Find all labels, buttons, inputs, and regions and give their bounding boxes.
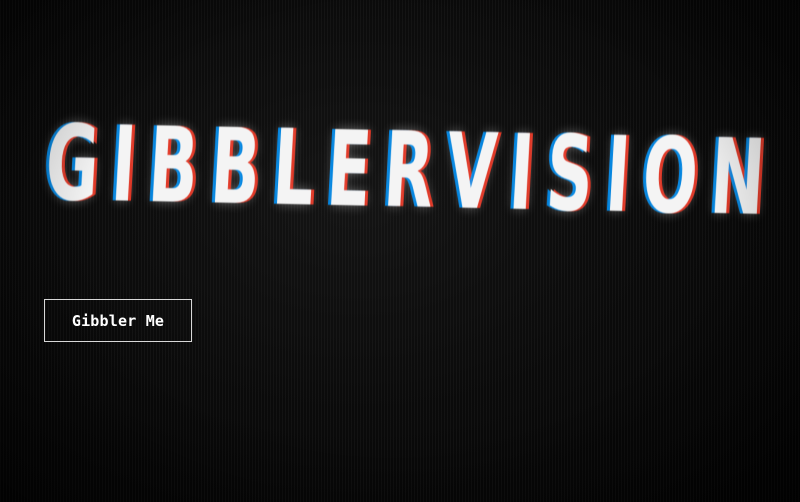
logo-text: GIBBLERVISION xyxy=(42,102,782,240)
vignette-overlay xyxy=(0,0,800,502)
gibbler-me-button[interactable]: Gibbler Me xyxy=(44,299,192,342)
scanline-overlay xyxy=(0,0,800,502)
crt-screen: GIBBLERVISION Gibbler Me xyxy=(0,0,800,502)
logo: GIBBLERVISION xyxy=(42,98,782,243)
